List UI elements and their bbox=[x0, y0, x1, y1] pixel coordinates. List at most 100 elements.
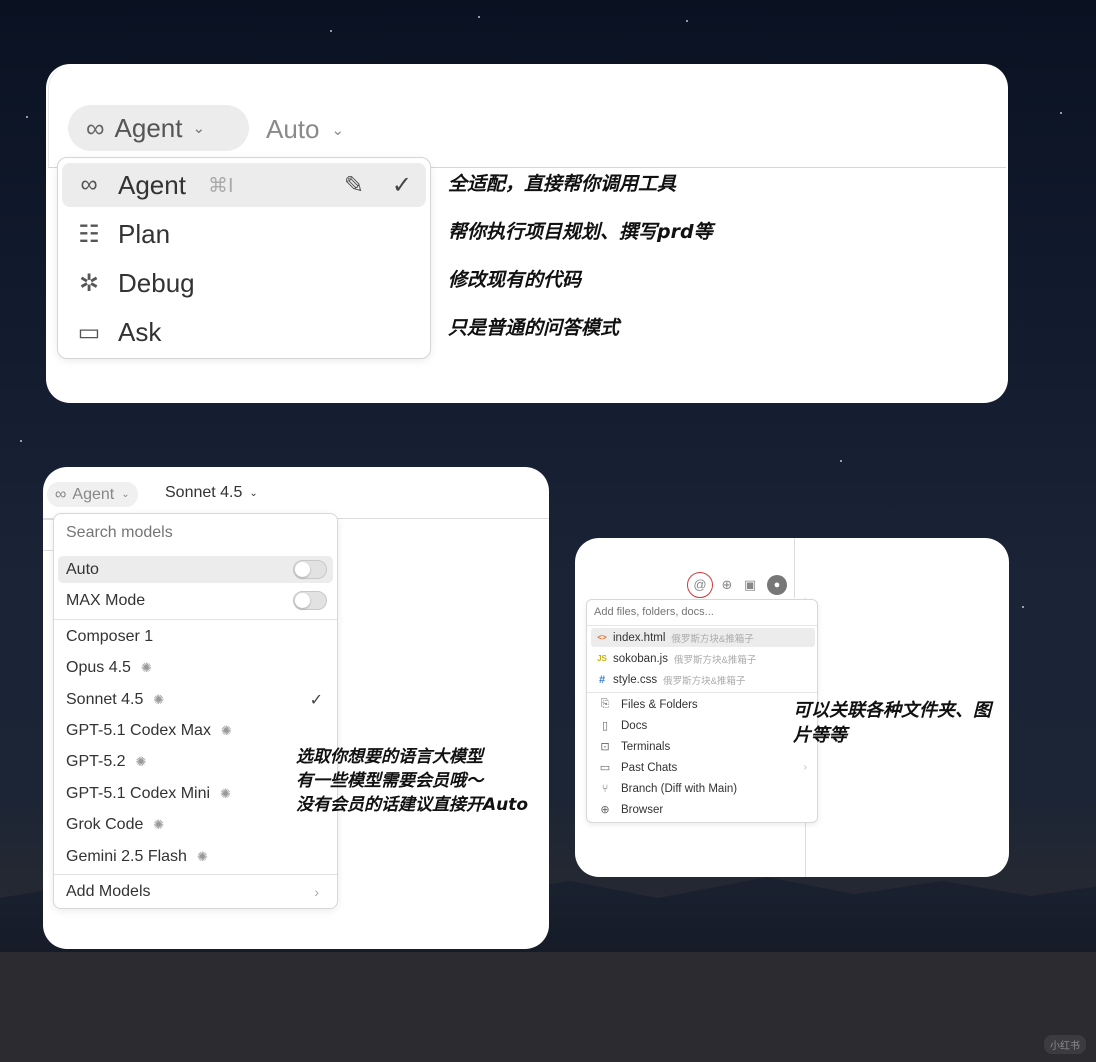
globe-icon: ⊕ bbox=[600, 804, 610, 816]
source-label: Past Chats bbox=[621, 761, 678, 774]
file-item[interactable]: JS sokoban.js 俄罗斯方块&推箱子 bbox=[591, 649, 815, 668]
file-name: sokoban.js bbox=[613, 652, 668, 665]
mode-option-label: Plan bbox=[118, 218, 171, 249]
model-option[interactable]: GPT-5.1 Codex Mini ✺ bbox=[58, 780, 333, 807]
brain-icon: ✺ bbox=[220, 785, 231, 801]
model-option[interactable]: Opus 4.5 ✺ bbox=[58, 654, 333, 681]
branch-icon: ⑂ bbox=[601, 782, 609, 795]
mode-option-plan[interactable]: ☷ Plan bbox=[62, 212, 426, 256]
annotation-agent: 全适配，直接帮你调用工具 bbox=[448, 173, 677, 195]
mode-option-ask[interactable]: ▭ Ask bbox=[62, 310, 426, 354]
context-dropdown: <> index.html 俄罗斯方块&推箱子 JS sokoban.js 俄罗… bbox=[586, 599, 818, 823]
source-branch[interactable]: ⑂ Branch (Diff with Main) bbox=[591, 779, 815, 798]
model-dropdown: Auto MAX Mode Composer 1 Opus 4.5 ✺ Sonn… bbox=[53, 513, 338, 909]
model-label: Composer 1 bbox=[66, 627, 154, 645]
divider bbox=[54, 619, 337, 620]
globe-icon[interactable]: ⊕ bbox=[716, 574, 738, 596]
add-models-button[interactable]: Add Models › bbox=[58, 878, 333, 905]
chevron-down-icon: ⌄ bbox=[192, 120, 206, 137]
chat-bubble-icon: ▭ bbox=[77, 318, 101, 346]
mode-selector-label: Agent bbox=[114, 112, 183, 143]
terminal-icon: ⊡ bbox=[600, 741, 610, 753]
star bbox=[1022, 606, 1024, 608]
model-selector[interactable]: Auto ⌄ bbox=[266, 114, 344, 145]
annotation-context: 可以关联各种文件夹、图 片等等 bbox=[793, 698, 991, 748]
mode-option-label: Ask bbox=[118, 316, 162, 347]
star bbox=[1060, 112, 1062, 114]
toggle-label: MAX Mode bbox=[66, 591, 146, 609]
file-path: 俄罗斯方块&推箱子 bbox=[663, 675, 746, 687]
at-icon[interactable]: @ bbox=[687, 572, 713, 598]
model-selector[interactable]: Sonnet 4.5 ⌄ bbox=[165, 484, 258, 502]
model-label: GPT-5.1 Codex Mini bbox=[66, 784, 211, 802]
model-option[interactable]: Gemini 2.5 Flash ✺ bbox=[58, 843, 333, 870]
star bbox=[20, 440, 22, 442]
annotation-models: 选取你想要的语言大模型 有一些模型需要会员哦～ 没有会员的话建议直接开Auto bbox=[296, 745, 528, 817]
file-name: index.html bbox=[613, 631, 666, 644]
annotation-line: 没有会员的话建议直接开Auto bbox=[296, 795, 529, 815]
mode-selector-pill[interactable]: ∞ Agent ⌄ bbox=[47, 482, 138, 507]
toggle-row-max-mode[interactable]: MAX Mode bbox=[58, 587, 333, 614]
model-label: Sonnet 4.5 bbox=[66, 690, 144, 708]
book-icon: ▯ bbox=[601, 720, 609, 732]
infinity-icon: ∞ bbox=[55, 485, 67, 503]
annotation-plan: 帮你执行项目规划、撰写prd等 bbox=[448, 221, 713, 243]
checkmark-icon: ✓ bbox=[391, 171, 412, 199]
model-label: GPT-5.1 Codex Max bbox=[66, 721, 211, 739]
model-option[interactable]: GPT-5.1 Codex Max ✺ bbox=[58, 717, 333, 744]
css-file-icon: # bbox=[598, 673, 606, 686]
auto-toggle[interactable] bbox=[293, 560, 327, 579]
mode-option-label: Agent bbox=[118, 169, 186, 200]
source-label: Branch (Diff with Main) bbox=[621, 782, 738, 795]
file-item[interactable]: <> index.html 俄罗斯方块&推箱子 bbox=[591, 628, 815, 647]
source-label: Files & Folders bbox=[621, 698, 698, 711]
model-option[interactable]: Sonnet 4.5 ✺ ✓ bbox=[58, 686, 333, 713]
model-option[interactable]: Composer 1 bbox=[58, 623, 333, 650]
model-label: GPT-5.2 bbox=[66, 752, 126, 770]
model-menu-card: ∞ Agent ⌄ Sonnet 4.5 ⌄ Auto MAX Mode Com… bbox=[43, 467, 549, 949]
add-models-label: Add Models bbox=[66, 882, 151, 900]
model-option[interactable]: Grok Code ✺ bbox=[58, 811, 333, 838]
bug-icon: ✲ bbox=[78, 269, 100, 297]
source-past-chats[interactable]: ▭ Past Chats › bbox=[591, 758, 815, 777]
divider bbox=[587, 625, 817, 626]
ground bbox=[0, 952, 1096, 1062]
annotation-line: 有一些模型需要会员哦～ bbox=[296, 771, 483, 791]
star bbox=[478, 16, 480, 18]
model-label: Opus 4.5 bbox=[66, 658, 131, 676]
js-file-icon: JS bbox=[597, 654, 607, 663]
source-browser[interactable]: ⊕ Browser bbox=[591, 800, 815, 819]
model-search-input[interactable] bbox=[66, 524, 326, 542]
brain-icon: ✺ bbox=[196, 848, 208, 864]
source-files-folders[interactable]: ⎘ Files & Folders bbox=[591, 695, 815, 714]
microphone-icon[interactable]: ● bbox=[767, 575, 787, 595]
file-item[interactable]: # style.css 俄罗斯方块&推箱子 bbox=[591, 670, 815, 689]
toggle-label: Auto bbox=[66, 560, 99, 578]
max-mode-toggle[interactable] bbox=[293, 591, 327, 610]
star bbox=[686, 20, 688, 22]
annotation-line: 选取你想要的语言大模型 bbox=[296, 747, 483, 767]
model-selector-label: Sonnet 4.5 bbox=[165, 484, 243, 501]
file-name: style.css bbox=[613, 673, 658, 686]
model-option[interactable]: GPT-5.2 ✺ bbox=[58, 748, 333, 775]
model-selector-label: Auto bbox=[266, 114, 320, 144]
divider bbox=[54, 874, 337, 875]
toggle-row-auto[interactable]: Auto bbox=[58, 556, 333, 583]
infinity-icon: ∞ bbox=[80, 171, 98, 198]
mode-option-agent[interactable]: ∞ Agent ⌘I ✎ ✓ bbox=[62, 163, 426, 207]
pencil-icon[interactable]: ✎ bbox=[344, 171, 364, 200]
mode-menu-card: ∞ Agent ⌄ Auto ⌄ ∞ Agent ⌘I ✎ ✓ ☷ Plan ✲… bbox=[46, 64, 1008, 403]
mode-option-debug[interactable]: ✲ Debug bbox=[62, 261, 426, 305]
mode-selector-pill[interactable]: ∞ Agent ⌄ bbox=[68, 105, 249, 151]
source-docs[interactable]: ▯ Docs bbox=[591, 716, 815, 735]
annotation-ask: 只是普通的问答模式 bbox=[448, 317, 620, 339]
files-icon: ⎘ bbox=[600, 698, 610, 710]
chevron-down-icon: ⌄ bbox=[249, 487, 258, 499]
source-terminals[interactable]: ⊡ Terminals bbox=[591, 737, 815, 756]
file-path: 俄罗斯方块&推箱子 bbox=[671, 633, 754, 645]
context-menu-card: @ ⊕ ▣ ● <> index.html 俄罗斯方块&推箱子 JS sokob… bbox=[575, 538, 1009, 877]
context-search-input[interactable] bbox=[594, 606, 809, 618]
annotation-line: 可以关联各种文件夹、图 bbox=[793, 700, 991, 721]
brain-icon: ✺ bbox=[153, 691, 165, 707]
image-icon[interactable]: ▣ bbox=[739, 574, 761, 596]
